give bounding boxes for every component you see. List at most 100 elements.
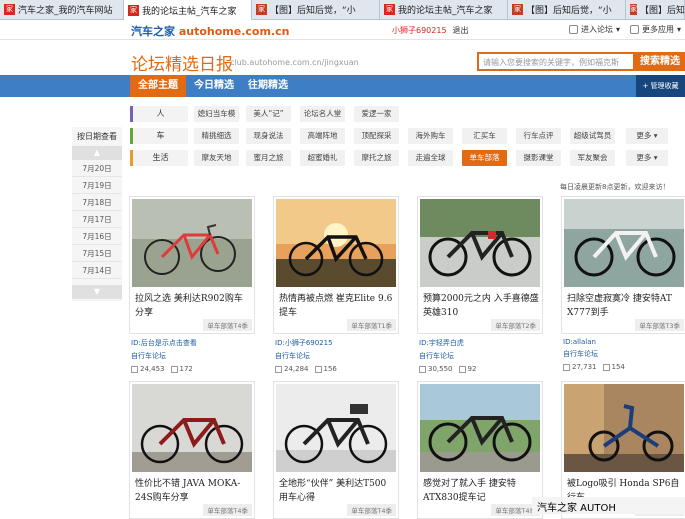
post-title[interactable]: 热情再被点燃 崔克Elite 9.6提车 [279, 292, 395, 320]
date-item[interactable]: 7月19日 [72, 178, 122, 194]
post-author[interactable]: ID:allalan [563, 338, 625, 346]
post-card[interactable]: 拉风之选 美利达R902购车分享 单车部落T4季 [129, 196, 255, 334]
user-area: 小狮子690215 退出 [392, 25, 469, 36]
category-link[interactable]: 精挑细选 [194, 128, 239, 144]
category-link[interactable]: 超蜜婚礼 [300, 150, 345, 166]
nav-tab-all[interactable]: 全部主题 [130, 75, 186, 97]
category-row-cars: 车 精挑细选 现身说法 高端阵地 顶配探采 海外购车 汇买车 行车点评 超级试驾… [130, 128, 685, 144]
post-title[interactable]: 扫除空虚寂寞冷 捷安特AT X777到手 [567, 292, 683, 320]
category-link[interactable]: 摩友天地 [194, 150, 239, 166]
category-link[interactable]: 汇买车 [462, 128, 507, 144]
browser-tab[interactable]: 家汽车之家_我的汽车网站 [0, 0, 124, 19]
autohome-favicon-icon: 家 [512, 4, 523, 15]
autohome-favicon-icon: 家 [128, 4, 139, 16]
apps-icon [630, 25, 639, 34]
date-item[interactable]: 7月16日 [72, 229, 122, 245]
post-card[interactable]: 性价比不错 JAVA MOKA-24S购车分享 单车部落T4季 [129, 381, 255, 519]
category-link[interactable]: 海外购车 [408, 128, 453, 144]
date-up-button[interactable]: ▲ [72, 146, 122, 160]
more-apps-menu[interactable]: 更多应用 ▾ [630, 24, 681, 35]
category-row-people: 人 媳妇当车模 美人“记” 论坛名人堂 爱逻一家 [130, 106, 685, 122]
replies-icon [458, 365, 466, 373]
date-down-button[interactable]: ▼ [72, 285, 122, 299]
category-link[interactable]: 蜜月之旅 [246, 150, 291, 166]
post-forum[interactable]: 自行车论坛 [275, 351, 337, 361]
post-image [564, 384, 684, 472]
forum-icon [569, 25, 578, 34]
autohome-favicon-icon: 家 [4, 4, 15, 15]
post-meta: ID:allalan 自行车论坛 27,731 154 [563, 338, 625, 371]
category-link[interactable]: 高端阵地 [300, 128, 345, 144]
date-item[interactable]: 7月15日 [72, 246, 122, 262]
nav-tab-past[interactable]: 往期精选 [248, 75, 288, 97]
post-card[interactable]: 扫除空虚寂寞冷 捷安特AT X777到手 单车部落T3季 [561, 196, 685, 334]
post-image [276, 199, 396, 287]
post-meta: ID:宇轻弄白虎 自行车论坛 30,550 92 [419, 338, 477, 373]
post-badge: 单车部落T3季 [635, 319, 684, 331]
category-link[interactable]: 论坛名人堂 [300, 106, 345, 122]
category-link[interactable]: 走遍全球 [408, 150, 453, 166]
site-logo[interactable]: 汽车之家 autohome.com.cn [131, 23, 289, 39]
category-link[interactable]: 顶配探采 [354, 128, 399, 144]
post-title[interactable]: 感觉对了就入手 捷安特ATX830提车记 [423, 477, 539, 505]
date-item[interactable]: 7月14日 [72, 263, 122, 279]
browser-tab[interactable]: 家我的论坛主帖_汽车之家 [380, 0, 508, 19]
post-title[interactable]: 性价比不错 JAVA MOKA-24S购车分享 [135, 477, 251, 505]
views-icon [419, 365, 426, 373]
post-forum[interactable]: 自行车论坛 [563, 349, 625, 359]
post-title[interactable]: 全地形“伙伴” 美利达T500用车心得 [279, 477, 395, 505]
category-label: 车 [130, 128, 188, 144]
search-button[interactable]: 搜索精选 [635, 52, 685, 71]
post-meta: ID:后台是示点击查看 自行车论坛 24,453 172 [131, 338, 197, 373]
post-title[interactable]: 预算2000元之内 入手喜德盛英雄310 [423, 292, 539, 320]
category-link[interactable]: 媳妇当车模 [194, 106, 239, 122]
browser-tab[interactable]: 家【图】后知后觉，“小 [626, 0, 685, 19]
post-card[interactable]: 预算2000元之内 入手喜德盛英雄310 单车部落T2季 [417, 196, 543, 334]
chevron-up-icon: ▲ [93, 148, 101, 157]
date-item[interactable]: 7月17日 [72, 212, 122, 228]
post-card[interactable]: 全地形“伙伴” 美利达T500用车心得 单车部落T4季 [273, 381, 399, 519]
post-meta: ID:小狮子690215 自行车论坛 24,284 156 [275, 338, 337, 373]
chevron-down-icon: ▾ [677, 25, 682, 34]
category-label: 生活 [130, 150, 188, 166]
category-link-active[interactable]: 单车部落 [462, 150, 507, 166]
browser-tab[interactable]: 家我的论坛主帖_汽车之家 [124, 0, 252, 20]
post-author[interactable]: ID:宇轻弄白虎 [419, 338, 476, 348]
date-item[interactable]: 7月18日 [72, 195, 122, 211]
post-forum[interactable]: 自行车论坛 [131, 351, 197, 361]
category-link[interactable]: 现身说法 [246, 128, 291, 144]
nav-tab-today[interactable]: 今日精选 [194, 75, 234, 97]
category-link[interactable]: 摄影课堂 [516, 150, 561, 166]
post-image [276, 384, 396, 472]
category-more-button[interactable]: 更多 ▾ [626, 128, 668, 144]
category-more-button[interactable]: 更多 ▾ [626, 150, 668, 166]
date-item[interactable]: 7月20日 [72, 161, 122, 177]
enter-forum-menu[interactable]: 进入论坛 ▾ [569, 24, 620, 35]
category-link[interactable]: 行车点评 [516, 128, 561, 144]
post-card[interactable]: 热情再被点燃 崔克Elite 9.6提车 单车部落T1季 [273, 196, 399, 334]
post-card[interactable]: 感觉对了就入手 捷安特ATX830提车记 单车部落T4季 [417, 381, 543, 519]
post-title[interactable]: 拉风之选 美利达R902购车分享 [135, 292, 251, 320]
autohome-favicon-icon: 家 [256, 4, 267, 15]
main-nav: 全部主题 今日精选 往期精选 [0, 75, 685, 97]
browser-tab[interactable]: 家【图】后知后觉，“小 [508, 0, 626, 19]
user-name-link[interactable]: 小狮子690215 [392, 25, 447, 36]
category-link[interactable]: 摩托之旅 [354, 150, 399, 166]
search-input[interactable]: 请输入您要搜索的关键字，例如福克斯 [477, 52, 635, 71]
screenshot-watermark: 汽车之家 AUTOH [532, 497, 685, 514]
category-link[interactable]: 美人“记” [246, 106, 291, 122]
category-link[interactable]: 军友聚会 [570, 150, 615, 166]
page-url: club.autohome.com.cn/jingxuan [230, 58, 359, 67]
views-icon [131, 365, 138, 373]
post-author[interactable]: ID:小狮子690215 [275, 338, 337, 348]
post-image [420, 199, 540, 287]
post-badge: 单车部落T1季 [347, 319, 396, 331]
post-author[interactable]: ID:后台是示点击查看 [131, 338, 197, 348]
browser-tab[interactable]: 家【图】后知后觉，“小 [252, 0, 380, 19]
post-forum[interactable]: 自行车论坛 [419, 351, 476, 361]
category-link[interactable]: 爱逻一家 [354, 106, 399, 122]
logout-link[interactable]: 退出 [453, 25, 469, 36]
post-badge: 单车部落T2季 [491, 319, 540, 331]
manage-favorites-button[interactable]: + 管理收藏 [636, 75, 685, 97]
category-link[interactable]: 超级试驾员 [570, 128, 615, 144]
